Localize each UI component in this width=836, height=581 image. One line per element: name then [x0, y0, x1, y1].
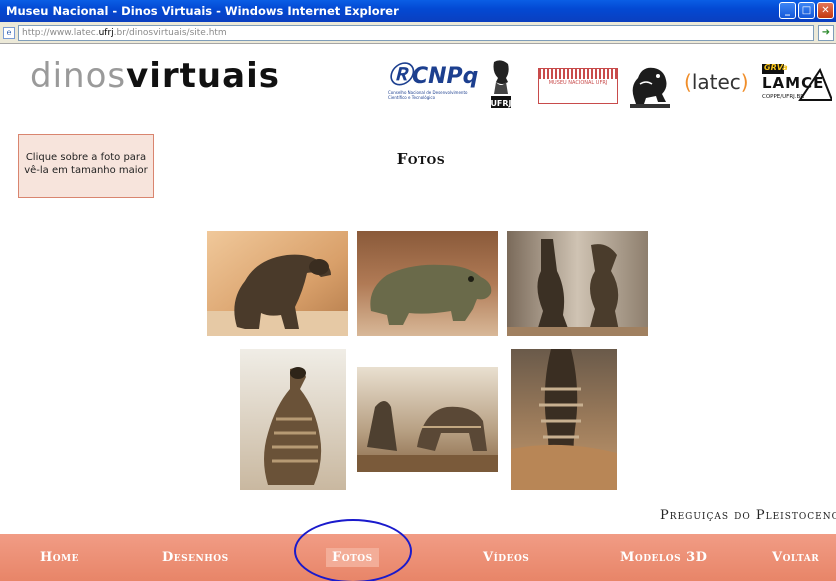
maximize-button[interactable]: □	[798, 2, 815, 19]
cnpq-logo: ⓇCNPq Conselho Nacional de Desenvolvimen…	[388, 61, 479, 100]
latec-logo: (latec)	[684, 70, 749, 94]
bottom-nav: Home Desenhos Fotos Vídeos Modelos 3D Vo…	[0, 534, 836, 581]
url-suffix: .br/dinosvirtuais/site.htm	[113, 28, 227, 38]
nav-modelos-3d[interactable]: Modelos 3D	[620, 550, 707, 565]
cnpq-text: CNPq	[412, 64, 479, 89]
photo-skeleton-4[interactable]	[511, 349, 617, 490]
url-prefix: http://www.latec.	[22, 28, 99, 38]
gallery-caption: Preguiças do Pleistoceno	[660, 508, 836, 523]
minimize-button[interactable]: _	[779, 2, 796, 19]
window-titlebar: Museu Nacional - Dinos Virtuais - Window…	[0, 0, 836, 22]
logo-dinos: dinos	[30, 56, 127, 96]
nav-home[interactable]: Home	[40, 550, 79, 565]
paleo-dino-logo	[624, 58, 676, 110]
photo-sloth-model-1[interactable]	[207, 231, 348, 336]
window-title: Museu Nacional - Dinos Virtuais - Window…	[6, 4, 399, 18]
lamce-top: GRVa	[764, 63, 788, 72]
lamce-text: LAMCE	[762, 74, 825, 92]
lamce-subtitle: COPPE/UFRJ.BR	[762, 94, 805, 100]
url-field[interactable]: http://www.latec.ufrj.br/dinosvirtuais/s…	[18, 25, 814, 41]
nav-videos[interactable]: Vídeos	[483, 550, 529, 565]
section-title: Fotos	[396, 150, 446, 168]
svg-text:UFRJ: UFRJ	[490, 99, 511, 108]
address-bar: e http://www.latec.ufrj.br/dinosvirtuais…	[0, 22, 836, 44]
latec-text: latec	[691, 70, 741, 94]
go-icon[interactable]: ➜	[818, 25, 834, 41]
museu-text: MUSEU NACIONAL UFRJ	[548, 80, 608, 86]
nav-fotos[interactable]: Fotos	[326, 548, 379, 567]
photo-skeleton-3[interactable]	[357, 367, 498, 472]
photo-skeleton-2[interactable]	[240, 349, 346, 490]
nav-desenhos[interactable]: Desenhos	[162, 550, 229, 565]
close-button[interactable]: ✕	[817, 2, 834, 19]
lamce-logo: GRVa LAMCE COPPE/UFRJ.BR	[760, 62, 834, 106]
ufrj-logo: UFRJ	[488, 58, 514, 110]
photo-skeleton-1[interactable]	[507, 231, 648, 336]
cnpq-subtitle: Conselho Nacional de Desenvolvimento Cie…	[388, 90, 468, 100]
url-host: ufrj	[98, 28, 114, 38]
museu-nacional-logo: MUSEU NACIONAL UFRJ	[538, 68, 618, 104]
nav-voltar[interactable]: Voltar	[772, 550, 819, 565]
photo-sloth-model-2[interactable]	[357, 231, 498, 336]
page-icon: e	[3, 27, 15, 39]
site-logo[interactable]: dinosvirtuais	[30, 56, 280, 96]
logo-virtuais: virtuais	[126, 56, 280, 96]
